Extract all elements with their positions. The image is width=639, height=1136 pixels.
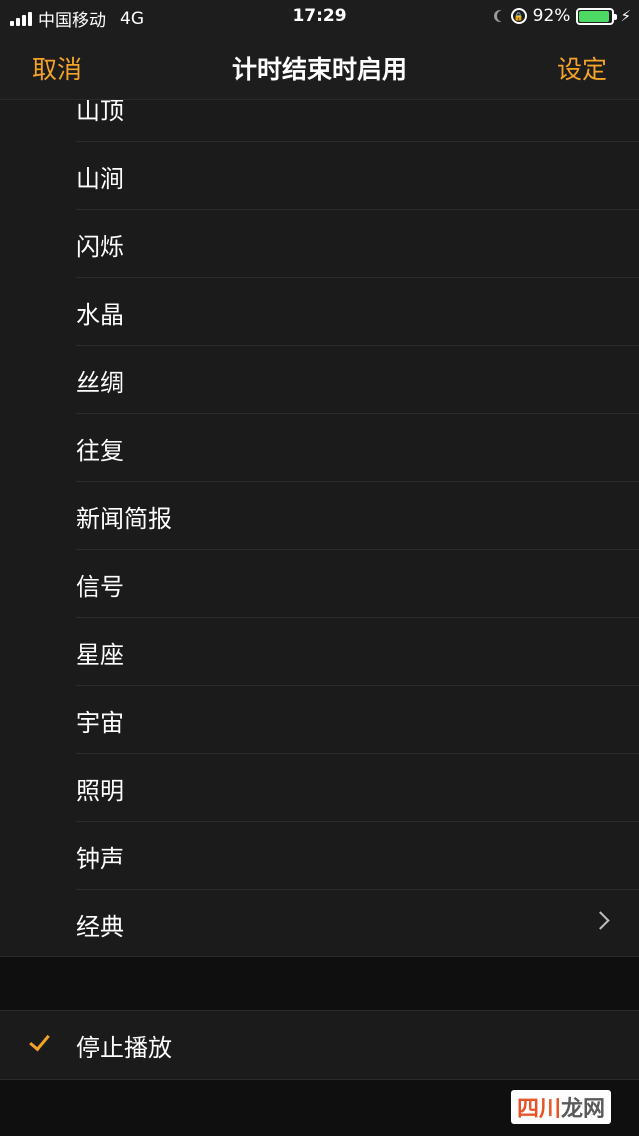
sound-item-label: 水晶: [76, 301, 124, 329]
sound-list[interactable]: 山顶 山涧 闪烁 水晶 丝绸 往复 新闻简报 信号 星座 宇宙 照明 钟声 经典: [0, 100, 639, 957]
watermark-part1: 四川: [516, 1097, 561, 1122]
sound-item[interactable]: 水晶: [76, 278, 639, 346]
watermark-part2: 龙网: [560, 1097, 605, 1122]
sound-item-label: 闪烁: [76, 233, 124, 261]
battery-percent: 92%: [532, 6, 571, 26]
stop-playing-option[interactable]: 停止播放: [0, 1010, 639, 1080]
status-right: 🔒 92% ⚡: [493, 6, 631, 26]
battery-fill: [579, 10, 609, 22]
sound-item[interactable]: 照明: [76, 754, 639, 822]
sound-item[interactable]: 钟声: [76, 822, 639, 890]
sound-item-label: 山顶: [76, 100, 124, 125]
sound-item-label: 宇宙: [76, 709, 124, 737]
orientation-lock-icon: 🔒: [510, 8, 527, 24]
do-not-disturb-icon: [497, 10, 509, 22]
sound-item[interactable]: 山涧: [76, 142, 639, 210]
sound-item[interactable]: 往复: [76, 414, 639, 482]
sound-item[interactable]: 星座: [76, 618, 639, 686]
sound-item[interactable]: 闪烁: [76, 210, 639, 278]
sound-item-classic[interactable]: 经典: [76, 890, 639, 956]
sound-item-label: 信号: [76, 573, 124, 601]
watermark-logo: 四川 龙网: [510, 1090, 611, 1124]
page-title: 计时结束时启用: [231, 55, 407, 84]
section-gap: [0, 957, 639, 1010]
sound-item-label: 新闻简报: [76, 505, 172, 533]
sound-item-label: 经典: [76, 913, 124, 941]
sound-item-label: 山涧: [76, 165, 124, 193]
sound-item[interactable]: 信号: [76, 550, 639, 618]
sound-item[interactable]: 丝绸: [76, 346, 639, 414]
sound-item-label: 钟声: [76, 845, 124, 873]
checkmark-icon: [29, 1029, 50, 1052]
chevron-right-icon: [591, 911, 610, 930]
sound-item[interactable]: 山顶: [76, 100, 639, 142]
charging-bolt-icon: ⚡: [620, 7, 631, 25]
sound-item[interactable]: 宇宙: [76, 686, 639, 754]
sound-item-label: 往复: [76, 437, 124, 465]
set-button[interactable]: 设定: [557, 50, 607, 86]
navigation-bar: 取消 计时结束时启用 设定: [0, 34, 639, 100]
stop-playing-label: 停止播放: [76, 1034, 172, 1062]
sound-item-label: 照明: [76, 777, 124, 805]
status-bar: 中国移动 4G 17:29 🔒 92% ⚡: [0, 0, 639, 34]
sound-item-label: 星座: [76, 641, 124, 669]
sound-item[interactable]: 新闻简报: [76, 482, 639, 550]
battery-icon: [576, 7, 618, 25]
sound-item-label: 丝绸: [76, 369, 124, 397]
